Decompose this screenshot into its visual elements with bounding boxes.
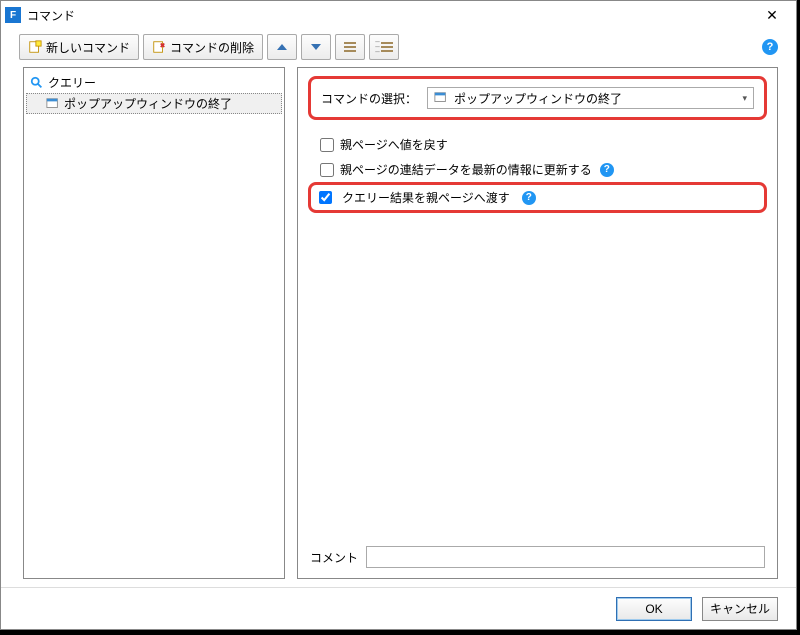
checkbox-return-value-row: 親ページへ値を戻す [308,132,767,157]
new-command-label: 新しいコマンド [46,39,130,56]
checkbox-pass-query[interactable] [319,191,332,204]
checkbox-pass-query-highlight: クエリー結果を親ページへ渡す ? [308,182,767,213]
new-command-button[interactable]: 新しいコマンド [19,34,139,60]
toolbar-help-icon[interactable]: ? [762,39,778,55]
cancel-button[interactable]: キャンセル [702,597,778,621]
command-dialog: F コマンド ✕ 新しいコマンド コマンドの削除 ––– ? [0,0,797,630]
outdent-button[interactable] [335,34,365,60]
help-icon[interactable]: ? [600,163,614,177]
command-select-highlight: コマンドの選択： ポップアップウィンドウの終了 ▾ [308,76,767,120]
new-command-icon [28,40,42,54]
dialog-title: コマンド [27,7,752,24]
indent-button[interactable]: ––– [369,34,399,60]
tree-item-label: ポップアップウィンドウの終了 [64,95,232,112]
command-select-label: コマンドの選択： [321,90,417,107]
search-icon [30,76,44,90]
move-down-button[interactable] [301,34,331,60]
chevron-down-icon: ▾ [742,93,747,104]
comment-label: コメント [310,549,358,566]
dialog-footer: OK キャンセル [1,587,796,629]
tree-item-close-popup[interactable]: ポップアップウィンドウの終了 [26,93,282,114]
checkbox-return-value[interactable] [320,138,334,152]
move-up-button[interactable] [267,34,297,60]
close-button[interactable]: ✕ [752,3,792,27]
tree-root-label: クエリー [48,74,96,91]
outdent-icon [344,42,356,52]
toolbar: 新しいコマンド コマンドの削除 ––– ? [1,29,796,65]
command-select-value: ポップアップウィンドウの終了 [454,90,622,107]
content-area: クエリー ポップアップウィンドウの終了 コマンドの選択： ポップアップウィンドウ… [1,65,796,587]
arrow-up-icon [277,44,287,50]
checkbox-refresh-parent-label: 親ページの連結データを最新の情報に更新する [340,161,592,178]
checkbox-return-value-label: 親ページへ値を戻す [340,136,448,153]
command-details-panel: コマンドの選択： ポップアップウィンドウの終了 ▾ 親ページへ値を戻す 親ページ… [297,67,778,579]
command-select-dropdown[interactable]: ポップアップウィンドウの終了 ▾ [427,87,754,109]
checkbox-pass-query-label: クエリー結果を親ページへ渡す [342,189,510,206]
app-icon: F [5,7,21,23]
help-icon[interactable]: ? [522,191,536,205]
command-tree-panel: クエリー ポップアップウィンドウの終了 [23,67,285,579]
comment-input[interactable] [366,546,765,568]
delete-command-icon [152,40,166,54]
indent-icon: ––– [375,40,392,54]
checkbox-refresh-parent[interactable] [320,163,334,177]
window-icon [46,97,60,111]
titlebar: F コマンド ✕ [1,1,796,29]
delete-command-button[interactable]: コマンドの削除 [143,34,263,60]
delete-command-label: コマンドの削除 [170,39,254,56]
tree-root-query[interactable]: クエリー [26,72,282,93]
checkbox-refresh-parent-row: 親ページの連結データを最新の情報に更新する ? [308,157,767,182]
arrow-down-icon [311,44,321,50]
comment-row: コメント [308,540,767,570]
ok-button[interactable]: OK [616,597,692,621]
window-icon [434,91,448,105]
